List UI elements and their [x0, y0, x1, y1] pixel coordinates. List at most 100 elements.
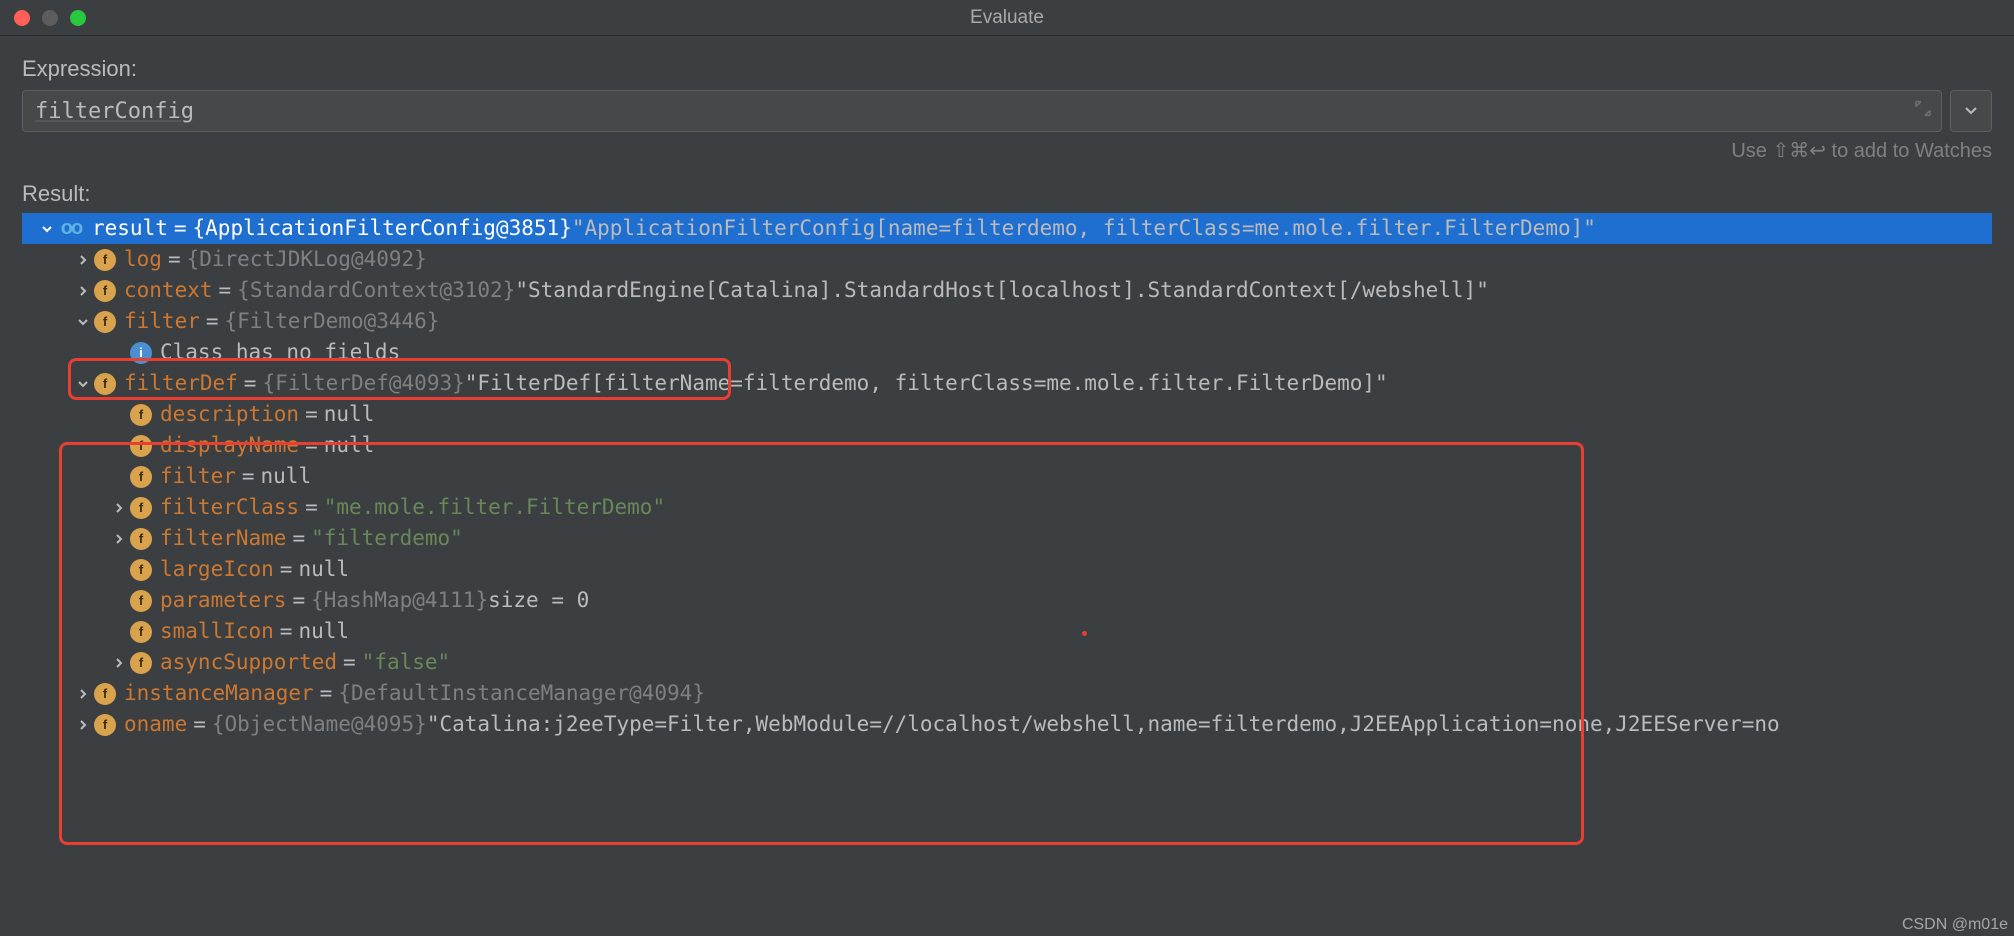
string-value: "Catalina:j2eeType=Filter,WebModule=//lo… — [427, 709, 1780, 740]
chevron-down-icon[interactable] — [36, 223, 58, 235]
tree-row[interactable]: foname = {ObjectName@4095} "Catalina:j2e… — [22, 709, 1992, 740]
field-name: asyncSupported — [160, 647, 337, 678]
object-value: {DefaultInstanceManager@4094} — [338, 678, 705, 709]
field-icon: f — [94, 311, 116, 333]
equals-sign: = — [280, 554, 293, 585]
tree-row[interactable]: ffilter = null — [22, 461, 1992, 492]
string-value: "FilterDef[filterName=filterdemo, filter… — [465, 368, 1388, 399]
equals-sign: = — [193, 709, 206, 740]
equals-sign: = — [168, 244, 181, 275]
field-icon: f — [130, 404, 152, 426]
field-name: instanceManager — [124, 678, 314, 709]
equals-sign: = — [320, 678, 333, 709]
tree-row[interactable]: ffilterDef = {FilterDef@4093} "FilterDef… — [22, 368, 1992, 399]
glasses-icon: oo — [58, 218, 84, 240]
field-name: parameters — [160, 585, 286, 616]
object-value: {FilterDemo@3446} — [225, 306, 440, 337]
expression-value: filterConfig — [35, 99, 194, 124]
expand-icon[interactable] — [1915, 100, 1931, 123]
tree-row[interactable]: f filterClass = "me.mole.filter.FilterDem… — [22, 492, 1992, 523]
annotation-dot — [1082, 631, 1087, 636]
field-icon: f — [130, 652, 152, 674]
field-name: context — [124, 275, 213, 306]
string-value: "me.mole.filter.FilterDemo" — [324, 492, 665, 523]
tree-row[interactable]: f largeIcon = null — [22, 554, 1992, 585]
extra-value: null — [298, 554, 349, 585]
chevron-right-icon[interactable] — [72, 285, 94, 297]
tree-row[interactable]: ffilter = {FilterDemo@3446} — [22, 306, 1992, 337]
chevron-right-icon[interactable] — [108, 657, 130, 669]
chevron-right-icon[interactable] — [72, 254, 94, 266]
field-icon: f — [94, 280, 116, 302]
tree-info-row[interactable]: iClass has no fields — [22, 337, 1992, 368]
extra-value: null — [324, 430, 375, 461]
object-value: {HashMap@4111} — [311, 585, 488, 616]
info-text: Class has no fields — [160, 337, 400, 368]
extra-value: size = 0 — [488, 585, 589, 616]
expression-label: Expression: — [22, 56, 1992, 82]
tree-row[interactable]: oo result = {ApplicationFilterConfig@3851… — [22, 213, 1992, 244]
tree-row[interactable]: flog = {DirectJDKLog@4092} — [22, 244, 1992, 275]
equals-sign: = — [292, 523, 305, 554]
string-value: "StandardEngine[Catalina].StandardHost[l… — [515, 275, 1489, 306]
watermark: CSDN @m01e — [1902, 916, 2008, 934]
field-icon: f — [130, 559, 152, 581]
chevron-right-icon[interactable] — [72, 719, 94, 731]
equals-sign: = — [219, 275, 232, 306]
equals-sign: = — [244, 368, 257, 399]
result-tree[interactable]: oo result = {ApplicationFilterConfig@3851… — [22, 213, 1992, 740]
field-icon: f — [130, 435, 152, 457]
hint-text: Use ⇧⌘↩ to add to Watches — [22, 138, 1992, 163]
object-value: {StandardContext@3102} — [237, 275, 515, 306]
object-value: {FilterDef@4093} — [262, 368, 464, 399]
field-icon: f — [94, 683, 116, 705]
field-icon: f — [130, 497, 152, 519]
expression-input[interactable]: filterConfig — [22, 90, 1942, 132]
tree-row[interactable]: f displayName = null — [22, 430, 1992, 461]
equals-sign: = — [305, 430, 318, 461]
tree-row[interactable]: ffilterName = "filterdemo" — [22, 523, 1992, 554]
field-icon: f — [130, 621, 152, 643]
tree-row[interactable]: fdescription = null — [22, 399, 1992, 430]
tree-row[interactable]: fparameters = {HashMap@4111} size = 0 — [22, 585, 1992, 616]
extra-value: null — [298, 616, 349, 647]
field-name: filter — [160, 461, 236, 492]
object-value: {ApplicationFilterConfig@3851} — [193, 213, 572, 244]
field-name: filterName — [160, 523, 286, 554]
field-name: displayName — [160, 430, 299, 461]
string-value: "ApplicationFilterConfig[name=filterdemo… — [572, 213, 1596, 244]
titlebar: Evaluate — [0, 0, 2014, 36]
tree-row[interactable]: f instanceManager = {DefaultInstanceManag… — [22, 678, 1992, 709]
chevron-down-icon[interactable] — [72, 316, 94, 328]
equals-sign: = — [343, 647, 356, 678]
string-value: "false" — [362, 647, 451, 678]
tree-row[interactable]: f asyncSupported = "false" — [22, 647, 1992, 678]
chevron-right-icon[interactable] — [108, 502, 130, 514]
chevron-right-icon[interactable] — [108, 533, 130, 545]
tree-row[interactable]: f smallIcon = null — [22, 616, 1992, 647]
field-name: largeIcon — [160, 554, 274, 585]
field-name: smallIcon — [160, 616, 274, 647]
field-name: result — [92, 213, 168, 244]
chevron-down-icon[interactable] — [72, 378, 94, 390]
field-name: filterClass — [160, 492, 299, 523]
window-title: Evaluate — [0, 7, 2014, 29]
extra-value: null — [261, 461, 312, 492]
equals-sign: = — [305, 492, 318, 523]
tree-row[interactable]: f context = {StandardContext@3102} "Stand… — [22, 275, 1992, 306]
field-name: description — [160, 399, 299, 430]
equals-sign: = — [206, 306, 219, 337]
history-dropdown-button[interactable] — [1950, 90, 1992, 132]
field-icon: f — [94, 249, 116, 271]
extra-value: null — [324, 399, 375, 430]
field-name: log — [124, 244, 162, 275]
field-name: filter — [124, 306, 200, 337]
equals-sign: = — [280, 616, 293, 647]
field-name: oname — [124, 709, 187, 740]
field-name: filterDef — [124, 368, 238, 399]
equals-sign: = — [174, 213, 187, 244]
chevron-right-icon[interactable] — [72, 688, 94, 700]
field-icon: f — [130, 528, 152, 550]
result-label: Result: — [22, 181, 1992, 207]
object-value: {DirectJDKLog@4092} — [187, 244, 427, 275]
